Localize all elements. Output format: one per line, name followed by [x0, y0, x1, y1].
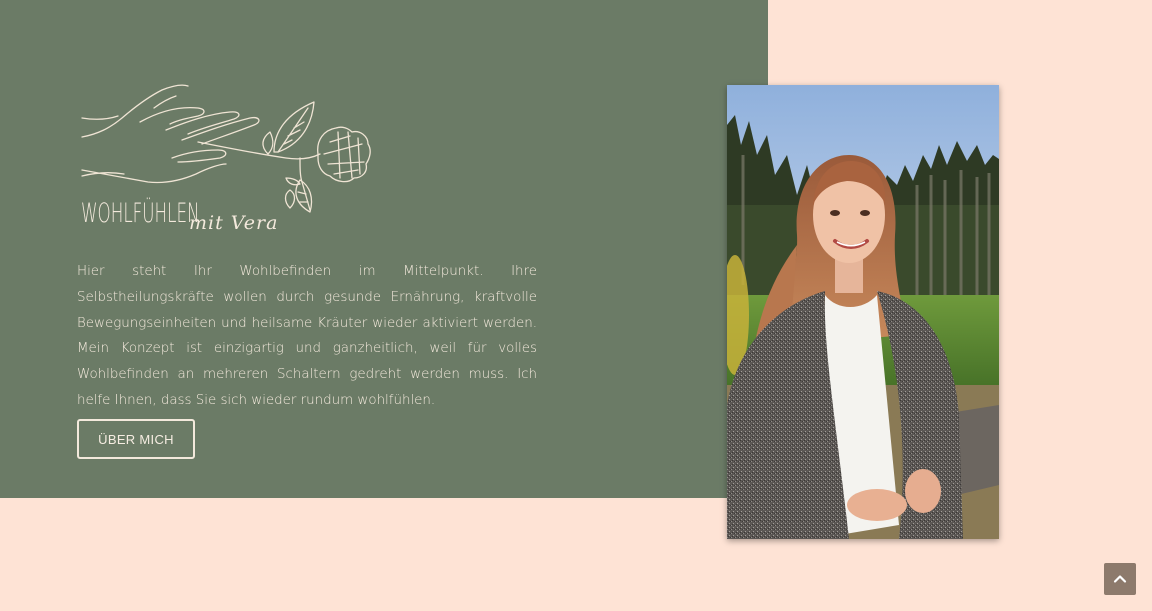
brand-tagline: mit Vera	[189, 212, 279, 234]
scroll-to-top-button[interactable]	[1104, 563, 1136, 595]
portrait-image	[727, 85, 999, 539]
hand-flower-logo-icon	[81, 84, 371, 213]
portrait-photo	[727, 85, 999, 539]
brand-wordmark: WOHLFÜHLEN mit Vera	[81, 198, 277, 233]
about-me-button[interactable]: ÜBER MICH	[77, 419, 195, 459]
chevron-up-icon	[1113, 575, 1127, 583]
brand-name: WOHLFÜHLEN	[81, 198, 200, 229]
intro-paragraph: Hier steht Ihr Wohlbefinden im Mittelpun…	[77, 264, 537, 408]
